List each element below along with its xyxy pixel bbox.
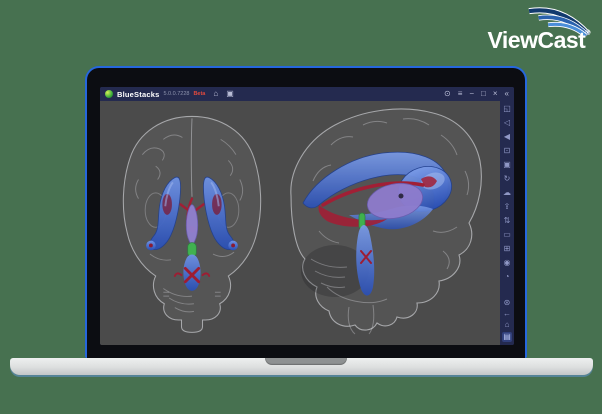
app-version: 5.0.0.7228 [163, 91, 190, 97]
screenshot-icon[interactable]: ⊡ [504, 147, 511, 155]
minimize-icon[interactable]: − [469, 90, 474, 98]
recent-apps-icon[interactable]: ▤ [502, 332, 512, 342]
brand-logo: ViewCast® [431, 2, 596, 54]
home-icon[interactable]: ⌂ [505, 321, 510, 329]
close-icon[interactable]: × [493, 90, 498, 98]
cloud-sync-icon[interactable]: ☁ [503, 189, 511, 197]
camera-icon[interactable]: ▣ [503, 161, 511, 169]
install-apk-icon[interactable]: ⇪ [504, 203, 511, 211]
multi-instance-icon[interactable]: ⊞ [504, 245, 511, 253]
titlebar: BlueStacks 5.0.0.7228 Beta ⌂ ▣ ⊙ ≡ − □ ×… [100, 87, 514, 101]
sidebar-top-group: ◱ ◁ ◀ ⊡ ▣ ↻ ☁ ⇪ ⇅ ▭ ⊞ ◉ ◔ [503, 105, 511, 281]
bluestacks-window: BlueStacks 5.0.0.7228 Beta ⌂ ▣ ⊙ ≡ − □ ×… [100, 87, 514, 345]
registered-mark: ® [585, 30, 590, 37]
home-icon[interactable]: ⌂ [213, 90, 218, 98]
app-name: BlueStacks [117, 89, 160, 99]
collapse-sidebar-icon[interactable]: « [505, 90, 509, 98]
third-ventricle-purple [185, 204, 199, 245]
volume-down-icon[interactable]: ◀ [504, 133, 510, 141]
screenshot-icon[interactable]: ▣ [226, 90, 234, 98]
menu-icon[interactable]: ≡ [458, 90, 463, 98]
emulator-sidebar: ◱ ◁ ◀ ⊡ ▣ ↻ ☁ ⇪ ⇅ ▭ ⊞ ◉ ◔ ⊛ ← ⌂ ▤ [500, 101, 514, 345]
fullscreen-icon[interactable]: ◱ [503, 105, 511, 113]
app-viewport[interactable] [100, 101, 500, 345]
page-background: ViewCast® BlueStacks 5.0.0.7228 Beta ⌂ ▣… [0, 0, 602, 414]
bluestacks-logo-icon [105, 90, 113, 98]
shake-icon[interactable]: ⇅ [504, 217, 511, 225]
history-icon[interactable]: ◔ [505, 273, 510, 281]
window-body: ◱ ◁ ◀ ⊡ ▣ ↻ ☁ ⇪ ⇅ ▭ ⊞ ◉ ◔ ⊛ ← ⌂ ▤ [100, 101, 514, 345]
settings-icon[interactable]: ⊛ [504, 299, 511, 307]
coronal-brain-view [122, 115, 262, 333]
brand-name: ViewCast® [487, 29, 590, 52]
laptop-hinge-notch [265, 358, 347, 365]
back-icon[interactable]: ← [503, 310, 511, 318]
beta-badge: Beta [193, 91, 206, 97]
window-controls: ⊙ ≡ − □ × « [444, 90, 509, 98]
volume-up-icon[interactable]: ◁ [504, 119, 510, 127]
brainstem-blue [183, 254, 201, 291]
maximize-icon[interactable]: □ [481, 90, 486, 98]
rotate-icon[interactable]: ↻ [504, 175, 511, 183]
laptop-base [10, 358, 593, 375]
brand-name-text: ViewCast [487, 27, 586, 53]
info-icon[interactable]: ⊙ [444, 90, 451, 98]
folder-icon[interactable]: ▭ [503, 231, 511, 239]
macro-recorder-icon[interactable]: ◉ [504, 259, 511, 267]
sidebar-bottom-group: ⊛ ← ⌂ ▤ [502, 299, 512, 342]
sagittal-brain-view [290, 108, 482, 335]
laptop-screen: BlueStacks 5.0.0.7228 Beta ⌂ ▣ ⊙ ≡ − □ ×… [85, 66, 527, 358]
